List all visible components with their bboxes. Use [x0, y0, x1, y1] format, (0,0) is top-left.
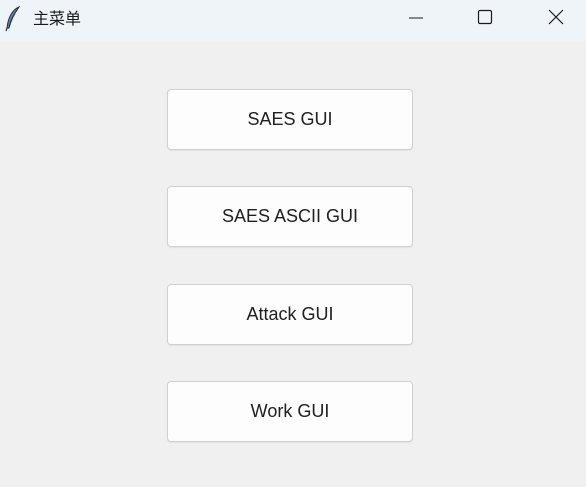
- minimize-button[interactable]: [393, 0, 439, 38]
- saes-ascii-gui-button[interactable]: SAES ASCII GUI: [167, 186, 413, 247]
- work-gui-button[interactable]: Work GUI: [167, 381, 413, 442]
- saes-gui-button[interactable]: SAES GUI: [167, 89, 413, 150]
- close-button[interactable]: [533, 0, 579, 38]
- close-icon: [548, 9, 564, 30]
- maximize-button[interactable]: [462, 0, 508, 38]
- attack-gui-button[interactable]: Attack GUI: [167, 284, 413, 345]
- minimize-icon: [408, 9, 424, 30]
- title-bar: 主菜单: [0, 0, 586, 42]
- feather-icon: [4, 5, 24, 32]
- maximize-icon: [477, 9, 493, 30]
- window-title: 主菜单: [33, 9, 82, 28]
